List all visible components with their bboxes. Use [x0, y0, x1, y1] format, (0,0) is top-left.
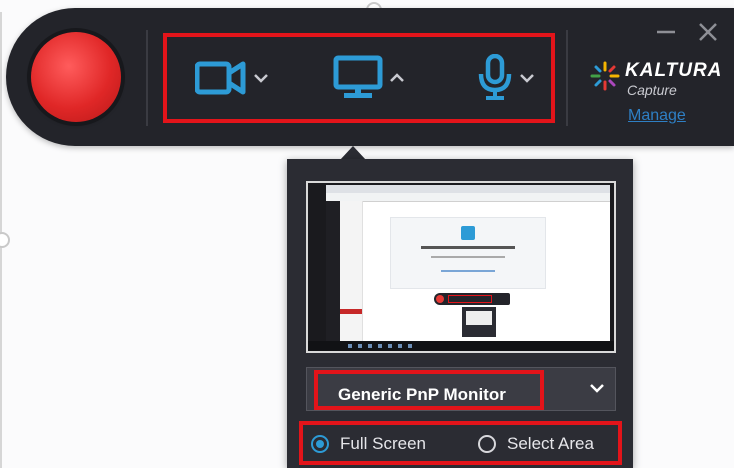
preview-panel [462, 307, 496, 337]
preview-logo [461, 226, 475, 240]
preview-taskbar-icon [408, 344, 412, 348]
preview-tab-bar [326, 185, 610, 193]
divider [566, 30, 568, 126]
preview-address-bar [326, 193, 610, 202]
brand-logo: KALTURA Capture [589, 60, 729, 100]
camera-source-button[interactable] [195, 37, 269, 119]
full-screen-label: Full Screen [340, 434, 426, 453]
select-area-option[interactable]: Select Area [478, 431, 594, 457]
chevron-down-icon[interactable] [253, 73, 269, 83]
preview-text-line [421, 246, 515, 249]
preview-nav [340, 201, 363, 341]
preview-card [390, 217, 546, 289]
chevron-up-icon[interactable] [389, 73, 405, 83]
capture-mode-group: Full Screen Select Area [299, 421, 622, 465]
page: KALTURA Capture Manage Generic PnP Monit… [0, 0, 734, 468]
preview-text-line [441, 270, 495, 272]
divider [146, 30, 148, 126]
capture-toolbar: KALTURA Capture Manage [6, 8, 734, 146]
kaltura-star-icon [589, 60, 621, 97]
preview-toolbar [434, 293, 510, 305]
chevron-down-icon[interactable] [519, 73, 535, 83]
radio-unselected-icon[interactable] [478, 435, 496, 453]
source-selector-group [163, 33, 555, 123]
preview-sidebar [326, 201, 340, 341]
resize-handle-left[interactable] [0, 232, 10, 248]
minimize-button[interactable] [654, 20, 678, 44]
camera-icon [195, 58, 247, 98]
preview-record-dot [436, 295, 444, 303]
microphone-icon [477, 54, 513, 102]
screen-source-button[interactable] [333, 37, 405, 119]
preview-browser-window [326, 185, 610, 341]
preview-taskbar-icon [378, 344, 382, 348]
full-screen-option[interactable]: Full Screen [311, 431, 426, 457]
preview-taskbar-icon [348, 344, 352, 348]
monitor-icon [333, 55, 383, 101]
preview-panel-screen [466, 311, 492, 325]
manage-link[interactable]: Manage [628, 107, 686, 125]
screen-preview-thumbnail [306, 181, 616, 353]
brand-subtitle: Capture [627, 82, 677, 98]
minimize-icon [657, 30, 675, 34]
screen-source-panel: Generic PnP Monitor Full Screen Select A… [287, 159, 633, 468]
select-area-label: Select Area [507, 434, 594, 453]
preview-taskbar-icon [388, 344, 392, 348]
close-button[interactable] [696, 20, 720, 44]
record-button[interactable] [31, 32, 121, 122]
preview-text-line [431, 256, 505, 258]
preview-nav-highlight [340, 309, 362, 314]
close-icon [699, 23, 717, 41]
preview-taskbar-icon [358, 344, 362, 348]
preview-taskbar [308, 341, 614, 351]
monitor-selected-value: Generic PnP Monitor [338, 385, 506, 404]
preview-taskbar-icon [368, 344, 372, 348]
monitor-select[interactable]: Generic PnP Monitor [306, 367, 616, 411]
panel-pointer [340, 146, 366, 160]
preview-highlight [448, 295, 492, 303]
radio-selected-icon[interactable] [311, 435, 329, 453]
chevron-down-icon[interactable] [589, 381, 605, 399]
audio-source-button[interactable] [477, 37, 535, 119]
monitor-highlight: Generic PnP Monitor [314, 370, 544, 410]
brand-name: KALTURA [625, 60, 723, 81]
preview-taskbar-icon [398, 344, 402, 348]
